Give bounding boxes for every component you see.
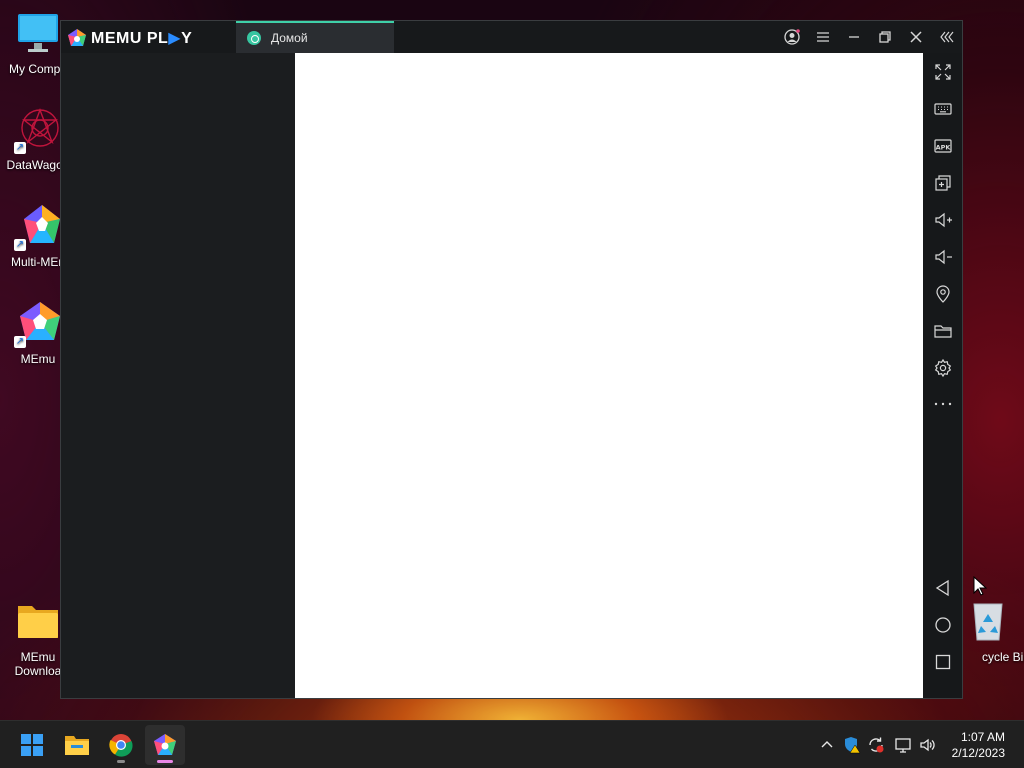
home-tab-icon: [247, 31, 261, 45]
location-icon: [935, 285, 950, 303]
left-panel: [61, 53, 295, 698]
desktop-icon-label: cycle Bin: [982, 650, 1024, 664]
file-explorer-button[interactable]: [57, 725, 97, 765]
multi-window-icon: [934, 175, 951, 191]
fullscreen-button[interactable]: [923, 57, 962, 87]
home-icon: [934, 617, 951, 633]
shortcut-arrow-icon: ↗: [14, 142, 26, 154]
multi-memu-icon: ↗: [14, 203, 62, 251]
minimize-button[interactable]: [838, 21, 869, 53]
shared-folder-button[interactable]: [923, 316, 962, 346]
chrome-button[interactable]: [101, 725, 141, 765]
folder-icon: [933, 325, 952, 338]
fullscreen-icon: [934, 64, 951, 80]
memu-icon: [154, 734, 176, 755]
more-button[interactable]: [923, 389, 962, 419]
shortcut-arrow-icon: ↗: [14, 239, 26, 251]
apk-install-button[interactable]: APK: [923, 131, 962, 161]
memu-icon: ↗: [14, 300, 62, 348]
memu-logo-text: MEMU PL▶Y: [91, 30, 193, 47]
security-tray-button[interactable]: [841, 721, 863, 768]
network-tray-button[interactable]: [892, 721, 914, 768]
menu-icon: [816, 32, 829, 42]
android-screen[interactable]: [295, 53, 923, 698]
sync-tray-button[interactable]: [865, 721, 887, 768]
settings-button[interactable]: [923, 353, 962, 383]
volume-icon: [920, 738, 935, 752]
more-icon: [934, 402, 951, 406]
clock-date: 2/12/2023: [951, 746, 1005, 760]
apk-icon: APK: [933, 139, 952, 153]
keyboard-icon: [933, 103, 952, 115]
window-controls: [776, 21, 962, 53]
back-button[interactable]: [923, 573, 962, 603]
title-bar[interactable]: MEMU PL▶Y Домой: [61, 21, 962, 53]
memu-logo: MEMU PL▶Y: [67, 28, 192, 48]
network-icon: [895, 738, 911, 753]
home-button[interactable]: [923, 610, 962, 640]
memu-window: MEMU PL▶Y Домой APK: [60, 20, 963, 699]
keyboard-button[interactable]: [923, 94, 962, 124]
sync-icon: [869, 737, 884, 753]
memu-taskbar-button[interactable]: [145, 725, 185, 765]
minimize-icon: [848, 36, 859, 38]
collapse-sidebar-button[interactable]: [931, 21, 962, 53]
menu-button[interactable]: [807, 21, 838, 53]
account-button[interactable]: [776, 21, 807, 53]
recents-button[interactable]: [923, 647, 962, 677]
recents-icon: [935, 654, 950, 670]
chrome-icon: [109, 734, 133, 757]
close-button[interactable]: [900, 21, 931, 53]
tray-overflow-button[interactable]: [816, 721, 838, 768]
taskbar: 1:07 AM 2/12/2023: [0, 720, 1024, 768]
collapse-sidebar-icon: [939, 31, 953, 43]
monitor-icon: [14, 10, 62, 58]
chevron-up-icon: [821, 741, 833, 748]
clock[interactable]: 1:07 AM 2/12/2023: [952, 729, 1005, 761]
start-icon: [21, 734, 43, 756]
desktop-icon-label: MEmu Downloa: [14, 650, 62, 678]
location-button[interactable]: [923, 279, 962, 309]
running-indicator: [117, 760, 125, 763]
volume-up-icon: [934, 212, 952, 228]
recycle-bin-icon: [964, 598, 1012, 646]
multi-window-button[interactable]: [923, 168, 962, 198]
clock-time: 1:07 AM: [960, 730, 1005, 744]
start-button[interactable]: [12, 725, 52, 765]
tab-label: Домой: [271, 31, 308, 45]
active-indicator: [157, 760, 173, 763]
security-icon: [845, 737, 861, 754]
settings-icon: [934, 358, 951, 378]
file-explorer-icon: [65, 736, 89, 755]
mouse-cursor-icon: [973, 576, 987, 596]
close-icon: [909, 31, 922, 43]
restore-icon: [878, 31, 891, 43]
restore-button[interactable]: [869, 21, 900, 53]
volume-down-icon: [934, 249, 952, 265]
volume-tray-button[interactable]: [917, 721, 939, 768]
tool-sidebar: APK: [923, 53, 962, 698]
volume-down-button[interactable]: [923, 242, 962, 272]
back-icon: [935, 579, 949, 597]
memu-logo-icon: [68, 29, 86, 46]
account-icon: [783, 29, 800, 45]
datawagon-icon: ↗: [14, 106, 62, 154]
shortcut-arrow-icon: ↗: [14, 336, 26, 348]
svg-text:APK: APK: [935, 144, 951, 152]
folder-icon: [14, 598, 62, 646]
volume-up-button[interactable]: [923, 205, 962, 235]
tab-home[interactable]: Домой: [236, 21, 394, 53]
